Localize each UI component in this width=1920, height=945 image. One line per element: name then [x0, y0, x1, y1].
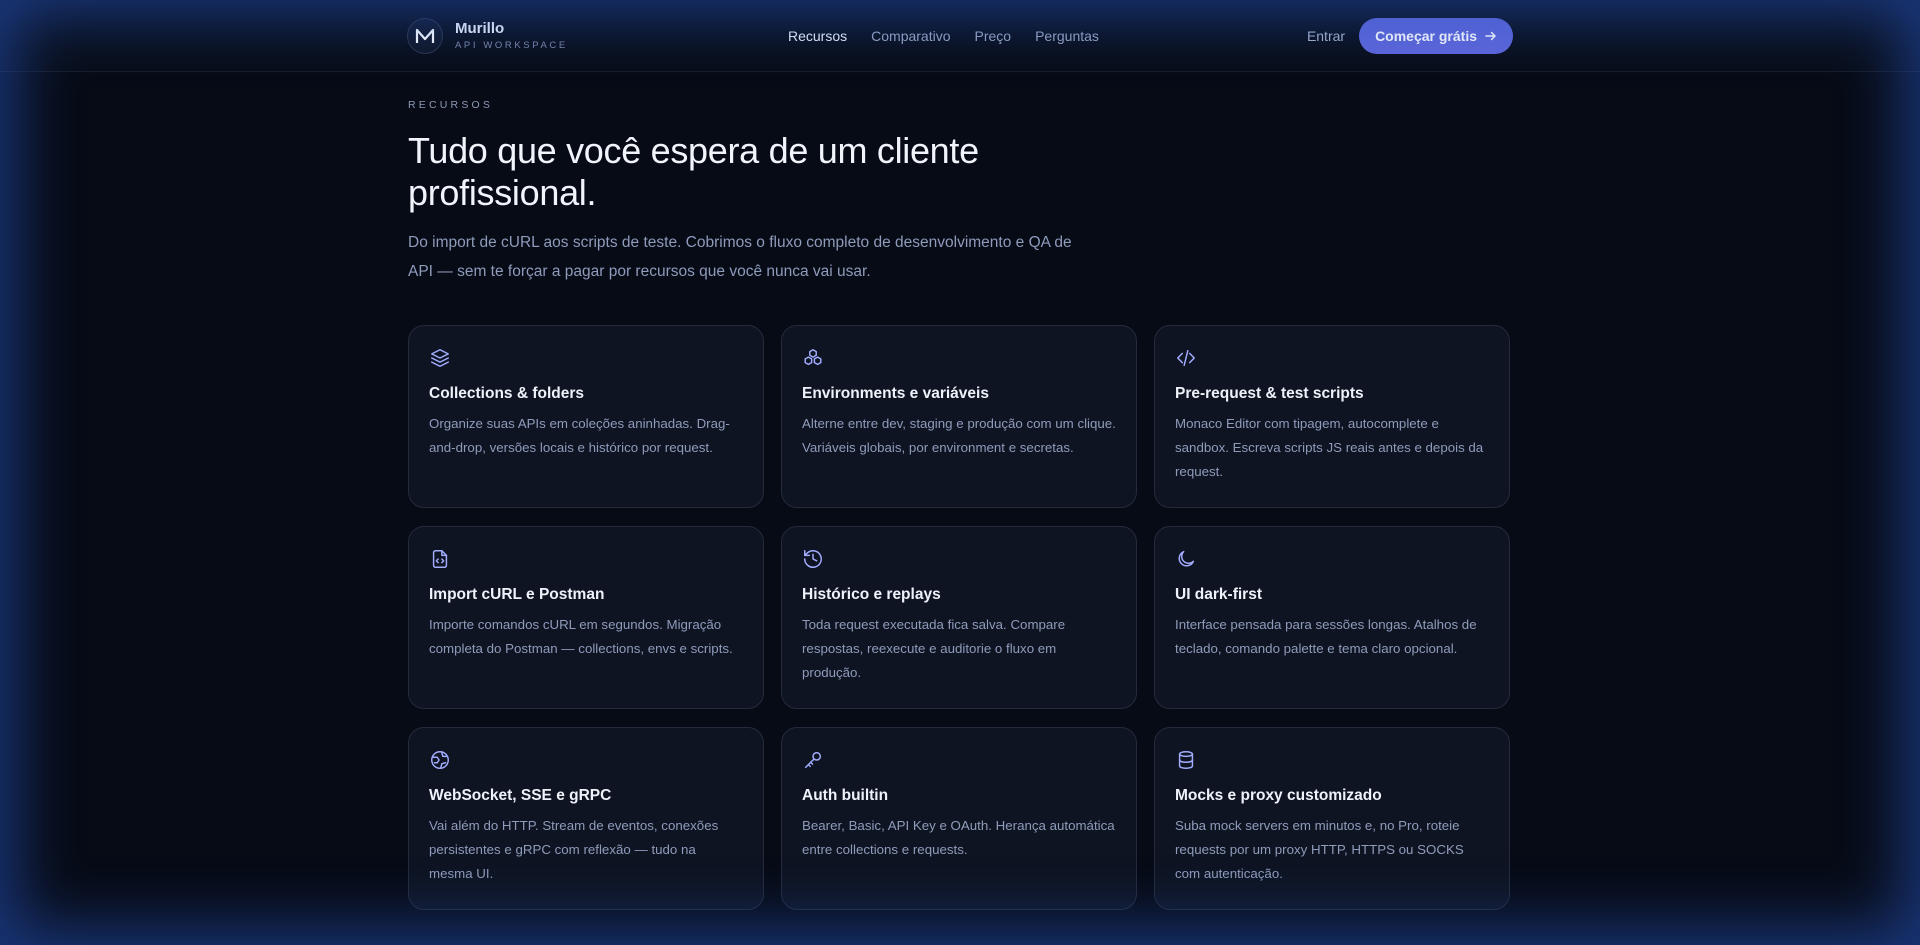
feature-description: Monaco Editor com tipagem, autocomplete … — [1175, 416, 1484, 479]
nav-link-perguntas[interactable]: Perguntas — [1035, 28, 1099, 44]
feature-title: Environments e variáveis — [802, 385, 989, 402]
brand[interactable]: Murillo API WORKSPACE — [407, 18, 568, 54]
feature-title: Mocks e proxy customizado — [1175, 787, 1382, 804]
feature-card-environments: Environments e variáveis Alterne entre d… — [781, 325, 1137, 508]
features-grid: Collections & folders Organize suas APIs… — [408, 325, 1512, 910]
feature-title: UI dark-first — [1175, 586, 1262, 603]
moon-icon — [1175, 548, 1199, 572]
globe-icon — [429, 749, 453, 773]
hero-lead: Do import de cURL aos scripts de teste. … — [408, 234, 1072, 280]
main-menu: Recursos Comparativo Preço Perguntas — [788, 0, 1099, 72]
brand-name: Murillo — [455, 20, 505, 38]
start-free-button[interactable]: Começar grátis — [1359, 18, 1513, 54]
feature-card-import: Import cURL e Postman Importe comandos c… — [408, 526, 764, 709]
code-icon — [1175, 347, 1199, 371]
feature-description: Alterne entre dev, staging e produção co… — [802, 416, 1116, 455]
feature-description: Suba mock servers em minutos e, no Pro, … — [1175, 818, 1464, 881]
hero-section: RECURSOS Tudo que você espera de um clie… — [408, 99, 1108, 286]
nav-link-preco[interactable]: Preço — [975, 28, 1012, 44]
feature-title: Import cURL e Postman — [429, 586, 605, 603]
database-icon — [1175, 749, 1199, 773]
start-free-label: Começar grátis — [1375, 28, 1477, 44]
nav-link-recursos[interactable]: Recursos — [788, 28, 847, 44]
feature-title: WebSocket, SSE e gRPC — [429, 787, 612, 804]
file-code-icon — [429, 548, 453, 572]
boxes-icon — [802, 347, 826, 371]
section-eyebrow: RECURSOS — [408, 99, 494, 111]
nav-link-comparativo[interactable]: Comparativo — [871, 28, 950, 44]
feature-description: Importe comandos cURL em segundos. Migra… — [429, 617, 733, 656]
brand-subtitle: API WORKSPACE — [455, 40, 568, 52]
feature-title: Pre-request & test scripts — [1175, 385, 1364, 402]
top-navbar: Murillo API WORKSPACE Recursos Comparati… — [0, 0, 1920, 72]
feature-title: Histórico e replays — [802, 586, 941, 603]
feature-card-dark-ui: UI dark-first Interface pensada para ses… — [1154, 526, 1510, 709]
feature-description: Organize suas APIs em coleções aninhadas… — [429, 416, 730, 455]
nav-actions: Entrar Começar grátis — [1305, 0, 1513, 72]
feature-description: Vai além do HTTP. Stream de eventos, con… — [429, 818, 719, 881]
feature-title: Collections & folders — [429, 385, 585, 402]
arrow-right-icon — [1485, 31, 1496, 41]
feature-description: Interface pensada para sessões longas. A… — [1175, 617, 1477, 656]
feature-description: Bearer, Basic, API Key e OAuth. Herança … — [802, 818, 1115, 857]
page-title: Tudo que você espera de um cliente profi… — [408, 130, 979, 213]
feature-card-collections: Collections & folders Organize suas APIs… — [408, 325, 764, 508]
key-icon — [802, 749, 826, 773]
login-link[interactable]: Entrar — [1305, 28, 1347, 44]
feature-card-protocols: WebSocket, SSE e gRPC Vai além do HTTP. … — [408, 727, 764, 910]
feature-card-mocks: Mocks e proxy customizado Suba mock serv… — [1154, 727, 1510, 910]
feature-card-auth: Auth builtin Bearer, Basic, API Key e OA… — [781, 727, 1137, 910]
layers-icon — [429, 347, 453, 371]
feature-card-history: Histórico e replays Toda request executa… — [781, 526, 1137, 709]
feature-description: Toda request executada fica salva. Compa… — [802, 617, 1066, 680]
m-logo-icon — [407, 18, 443, 54]
feature-title: Auth builtin — [802, 787, 889, 804]
history-icon — [802, 548, 826, 572]
feature-card-scripts: Pre-request & test scripts Monaco Editor… — [1154, 325, 1510, 508]
